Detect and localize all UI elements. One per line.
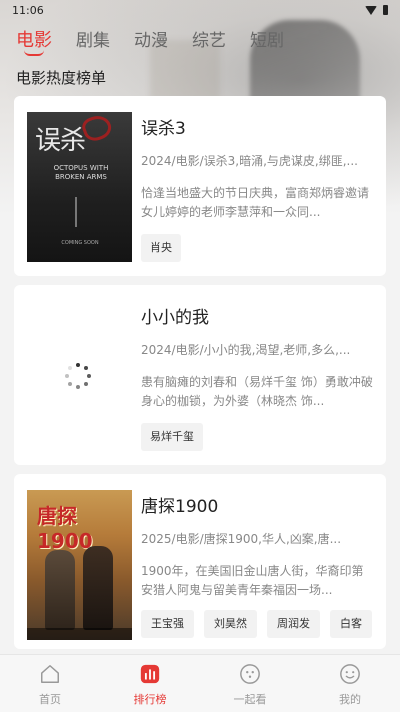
home-icon <box>41 665 59 683</box>
tab-label: 剧集 <box>76 31 110 51</box>
movie-meta: 2025/电影/唐探1900,华人,凶案,唐... <box>141 532 342 546</box>
tab-short-drama[interactable]: 短剧 <box>250 26 284 52</box>
tab-variety[interactable]: 综艺 <box>192 26 226 52</box>
cast-list: 易烊千玺 <box>141 423 203 451</box>
cast-chip[interactable]: 白客 <box>330 610 372 638</box>
cast-chip[interactable]: 肖央 <box>141 234 181 262</box>
poster-subtitle: OCTOPUS WITH BROKEN ARMS <box>53 164 109 181</box>
movie-description: 患有脑瘫的刘春和（易烊千玺 饰）勇敢冲破身心的枷锁，为外婆（林晓杰 饰... <box>141 375 373 408</box>
nav-label: 排行榜 <box>133 693 167 706</box>
cast-chip[interactable]: 刘昊然 <box>204 610 257 638</box>
movie-poster[interactable] <box>27 301 132 451</box>
poster-figure <box>83 546 113 630</box>
movie-description: 1900年，在美国旧金山唐人街，华裔印第安猎人阿鬼与留美青年秦福因一场... <box>141 564 364 597</box>
watch-together-icon <box>240 664 260 684</box>
poster-title: 唐探1900 <box>37 504 93 553</box>
nav-label: 我的 <box>339 693 361 706</box>
movie-poster[interactable]: 唐探1900 <box>27 490 132 640</box>
movie-card[interactable]: 误杀 OCTOPUS WITH BROKEN ARMS COMING SOON … <box>14 96 386 276</box>
cast-chip[interactable]: 王宝强 <box>141 610 194 638</box>
poster-footer: COMING SOON <box>61 240 99 246</box>
active-tab-indicator <box>24 50 44 56</box>
movie-title[interactable]: 误杀3 <box>141 114 186 139</box>
nav-profile[interactable]: 我的 <box>300 655 400 712</box>
cast-list: 肖央 <box>141 234 181 262</box>
nav-label: 一起看 <box>233 693 267 706</box>
movie-meta: 2024/电影/误杀3,暗涌,与虎谋皮,绑匪,... <box>141 154 358 168</box>
poster-figure <box>45 550 75 630</box>
tab-label: 综艺 <box>192 31 226 51</box>
status-icons <box>365 5 388 15</box>
cast-chip[interactable]: 易烊千玺 <box>141 423 203 451</box>
status-time: 11:06 <box>12 3 44 17</box>
poster-footer-band <box>27 628 132 640</box>
category-tabs: 电影 剧集 动漫 综艺 短剧 <box>16 26 308 56</box>
nav-watch-together[interactable]: 一起看 <box>200 655 300 712</box>
section-title: 电影热度榜单 <box>16 69 107 87</box>
movie-poster[interactable]: 误杀 OCTOPUS WITH BROKEN ARMS COMING SOON <box>27 112 132 262</box>
cast-chip[interactable]: 周润发 <box>267 610 320 638</box>
status-bar: 11:06 <box>0 0 400 20</box>
poster-decoration <box>75 197 77 227</box>
movie-meta: 2024/电影/小小的我,渴望,老师,多么,... <box>141 343 351 357</box>
poster-title: 误杀 <box>35 126 86 156</box>
cast-list: 王宝强 刘昊然 周润发 白客 <box>141 610 372 638</box>
tab-series[interactable]: 剧集 <box>76 26 110 52</box>
tab-anime[interactable]: 动漫 <box>134 26 168 52</box>
tab-movie[interactable]: 电影 <box>16 26 52 56</box>
nav-ranking[interactable]: 排行榜 <box>100 655 200 712</box>
battery-icon <box>383 5 388 15</box>
profile-icon <box>340 664 360 684</box>
movie-title[interactable]: 小小的我 <box>141 303 209 328</box>
wifi-icon <box>365 5 377 15</box>
movie-card[interactable]: 小小的我 2024/电影/小小的我,渴望,老师,多么,... 患有脑瘫的刘春和（… <box>14 285 386 465</box>
chart-icon <box>140 664 160 684</box>
nav-label: 首页 <box>39 693 61 706</box>
tab-label: 短剧 <box>250 31 284 51</box>
tab-label: 电影 <box>16 30 52 51</box>
nav-home[interactable]: 首页 <box>0 655 100 712</box>
bottom-navigation: 首页 排行榜 一起看 我的 <box>0 654 400 712</box>
loading-spinner-icon <box>65 363 91 389</box>
movie-title[interactable]: 唐探1900 <box>141 492 218 517</box>
movie-card[interactable]: 唐探1900 唐探1900 2025/电影/唐探1900,华人,凶案,唐... … <box>14 474 386 649</box>
tab-label: 动漫 <box>134 31 168 51</box>
movie-description: 恰逢当地盛大的节日庆典，富商郑炳睿邀请女儿婷婷的老师李慧萍和一众同... <box>141 186 370 219</box>
